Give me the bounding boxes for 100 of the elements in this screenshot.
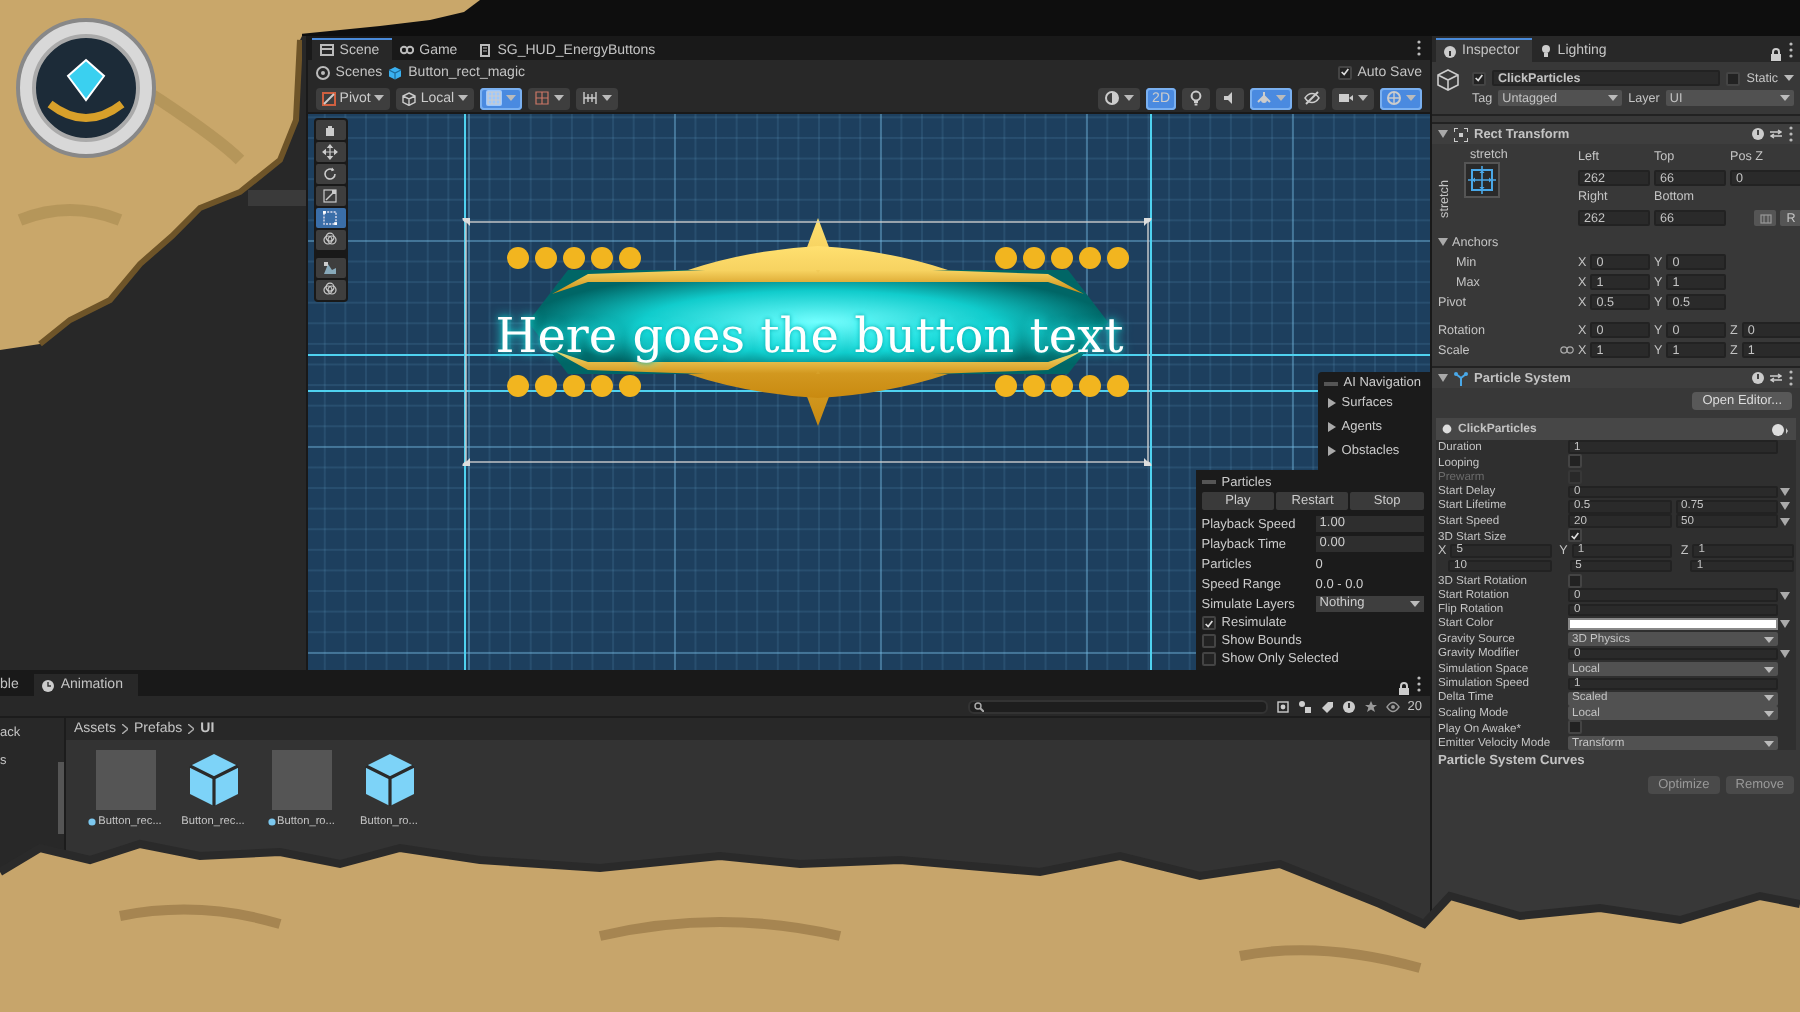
tool-button[interactable] <box>315 164 346 184</box>
audio-icon <box>1222 90 1238 106</box>
check-icon <box>1570 529 1580 542</box>
more-options-icon[interactable] <box>1788 370 1794 386</box>
lock-icon[interactable] <box>1770 48 1782 62</box>
hidden-toggle[interactable] <box>1298 87 1326 109</box>
pivot-icon <box>321 91 336 105</box>
particle-icon <box>1442 424 1452 434</box>
audio-toggle[interactable] <box>1216 87 1244 109</box>
rotate-icon <box>322 166 339 182</box>
checkbox[interactable] <box>1201 634 1216 648</box>
tool-button[interactable] <box>315 120 346 140</box>
presets-icon[interactable] <box>1770 128 1782 140</box>
more-options-icon[interactable] <box>1416 676 1422 692</box>
move-icon <box>322 144 339 160</box>
caret-icon <box>1276 94 1286 102</box>
caret-icon <box>458 94 469 102</box>
search-field[interactable] <box>967 699 1268 713</box>
more-options-icon[interactable] <box>1416 40 1422 56</box>
shading-toggle[interactable] <box>1098 87 1141 109</box>
grid-toggle[interactable] <box>480 87 523 109</box>
caret-icon <box>506 94 517 102</box>
checkbox[interactable] <box>1201 616 1216 630</box>
blueprint-icon <box>1759 213 1771 223</box>
add-module-icon[interactable] <box>1772 423 1790 435</box>
checkbox[interactable] <box>1201 652 1216 666</box>
caret-icon <box>602 94 613 102</box>
expand-arrow-icon <box>1327 398 1336 408</box>
caret-icon <box>1406 94 1416 102</box>
tool-button[interactable] <box>315 186 346 206</box>
fold-arrow-icon <box>1438 374 1448 382</box>
curve-mode-icon[interactable] <box>1780 650 1790 659</box>
checkbox[interactable] <box>1472 71 1486 85</box>
tool-button[interactable] <box>315 208 346 228</box>
help-icon[interactable] <box>1752 128 1764 140</box>
checkbox[interactable] <box>1568 573 1582 588</box>
cube-icon <box>388 65 403 79</box>
lightbulb-icon <box>1188 90 1204 106</box>
checkbox[interactable] <box>1726 71 1741 85</box>
snap-toggle[interactable] <box>528 87 571 109</box>
expand-arrow-icon <box>1327 422 1336 432</box>
anchor-preset-icon <box>1464 162 1500 198</box>
more-options-icon[interactable] <box>1788 126 1794 142</box>
curve-mode-icon[interactable] <box>1780 591 1790 600</box>
check-icon <box>1339 66 1350 78</box>
increment-toggle[interactable] <box>576 87 619 109</box>
warning-icon[interactable] <box>1341 699 1356 713</box>
tool-button[interactable] <box>315 258 346 278</box>
checkbox[interactable] <box>1568 528 1582 543</box>
fold-arrow-icon <box>1438 130 1448 138</box>
check-icon <box>1474 72 1484 84</box>
button-text: Here goes the button text <box>493 308 1126 364</box>
scale-icon <box>322 188 339 204</box>
tool-button[interactable] <box>315 280 346 300</box>
cube-outline-icon <box>402 91 417 105</box>
camera-toggle[interactable] <box>1332 87 1374 109</box>
info-icon <box>1444 45 1456 57</box>
sprite-thumbnail[interactable] <box>95 750 155 810</box>
caret-icon <box>1124 94 1135 102</box>
transform-icon <box>322 282 339 298</box>
eye-icon[interactable] <box>1385 699 1400 713</box>
caret-icon <box>1780 94 1790 102</box>
hand-icon <box>322 122 339 138</box>
caret-icon <box>1358 94 1368 102</box>
expand-arrow-icon <box>1327 446 1336 456</box>
tool-button[interactable] <box>315 142 346 162</box>
effects-icon <box>1256 90 1272 106</box>
transform-icon <box>322 232 339 248</box>
link-icon[interactable] <box>1560 346 1574 354</box>
star-icon[interactable] <box>1363 699 1378 713</box>
checkbox[interactable] <box>1568 720 1582 735</box>
scrollbar-thumb[interactable] <box>58 762 64 834</box>
filter-by-type-icon[interactable] <box>1275 699 1290 713</box>
effects-toggle[interactable] <box>1250 87 1292 109</box>
lightbulb-icon <box>1539 43 1552 57</box>
curve-mode-icon[interactable] <box>1780 620 1790 629</box>
lock-icon[interactable] <box>1398 682 1410 696</box>
tool-button[interactable] <box>315 230 346 250</box>
more-options-icon[interactable] <box>1788 42 1794 58</box>
gameobject-icon <box>1436 68 1460 92</box>
checkbox[interactable] <box>1337 65 1352 79</box>
help-icon[interactable] <box>1752 372 1764 384</box>
checkbox[interactable] <box>1568 454 1582 469</box>
curve-mode-icon[interactable] <box>1780 487 1790 496</box>
color-swatch[interactable] <box>1568 618 1778 631</box>
sprite-thumbnail[interactable] <box>271 750 331 810</box>
presets-icon[interactable] <box>1770 372 1782 384</box>
light-toggle[interactable] <box>1182 87 1210 109</box>
shapes-icon[interactable] <box>1297 699 1312 713</box>
gizmos-toggle[interactable] <box>1380 87 1422 109</box>
search-icon <box>973 701 984 711</box>
camera-icon <box>1338 90 1354 106</box>
gizmo-icon <box>1386 90 1402 106</box>
hidden-eye-icon <box>1304 90 1320 106</box>
caret-icon <box>554 94 565 102</box>
chevron-icon <box>122 724 129 734</box>
document-icon <box>477 43 492 57</box>
chevron-icon <box>188 724 195 734</box>
caret-icon <box>1784 74 1794 82</box>
emblem-drawing <box>14 16 158 160</box>
